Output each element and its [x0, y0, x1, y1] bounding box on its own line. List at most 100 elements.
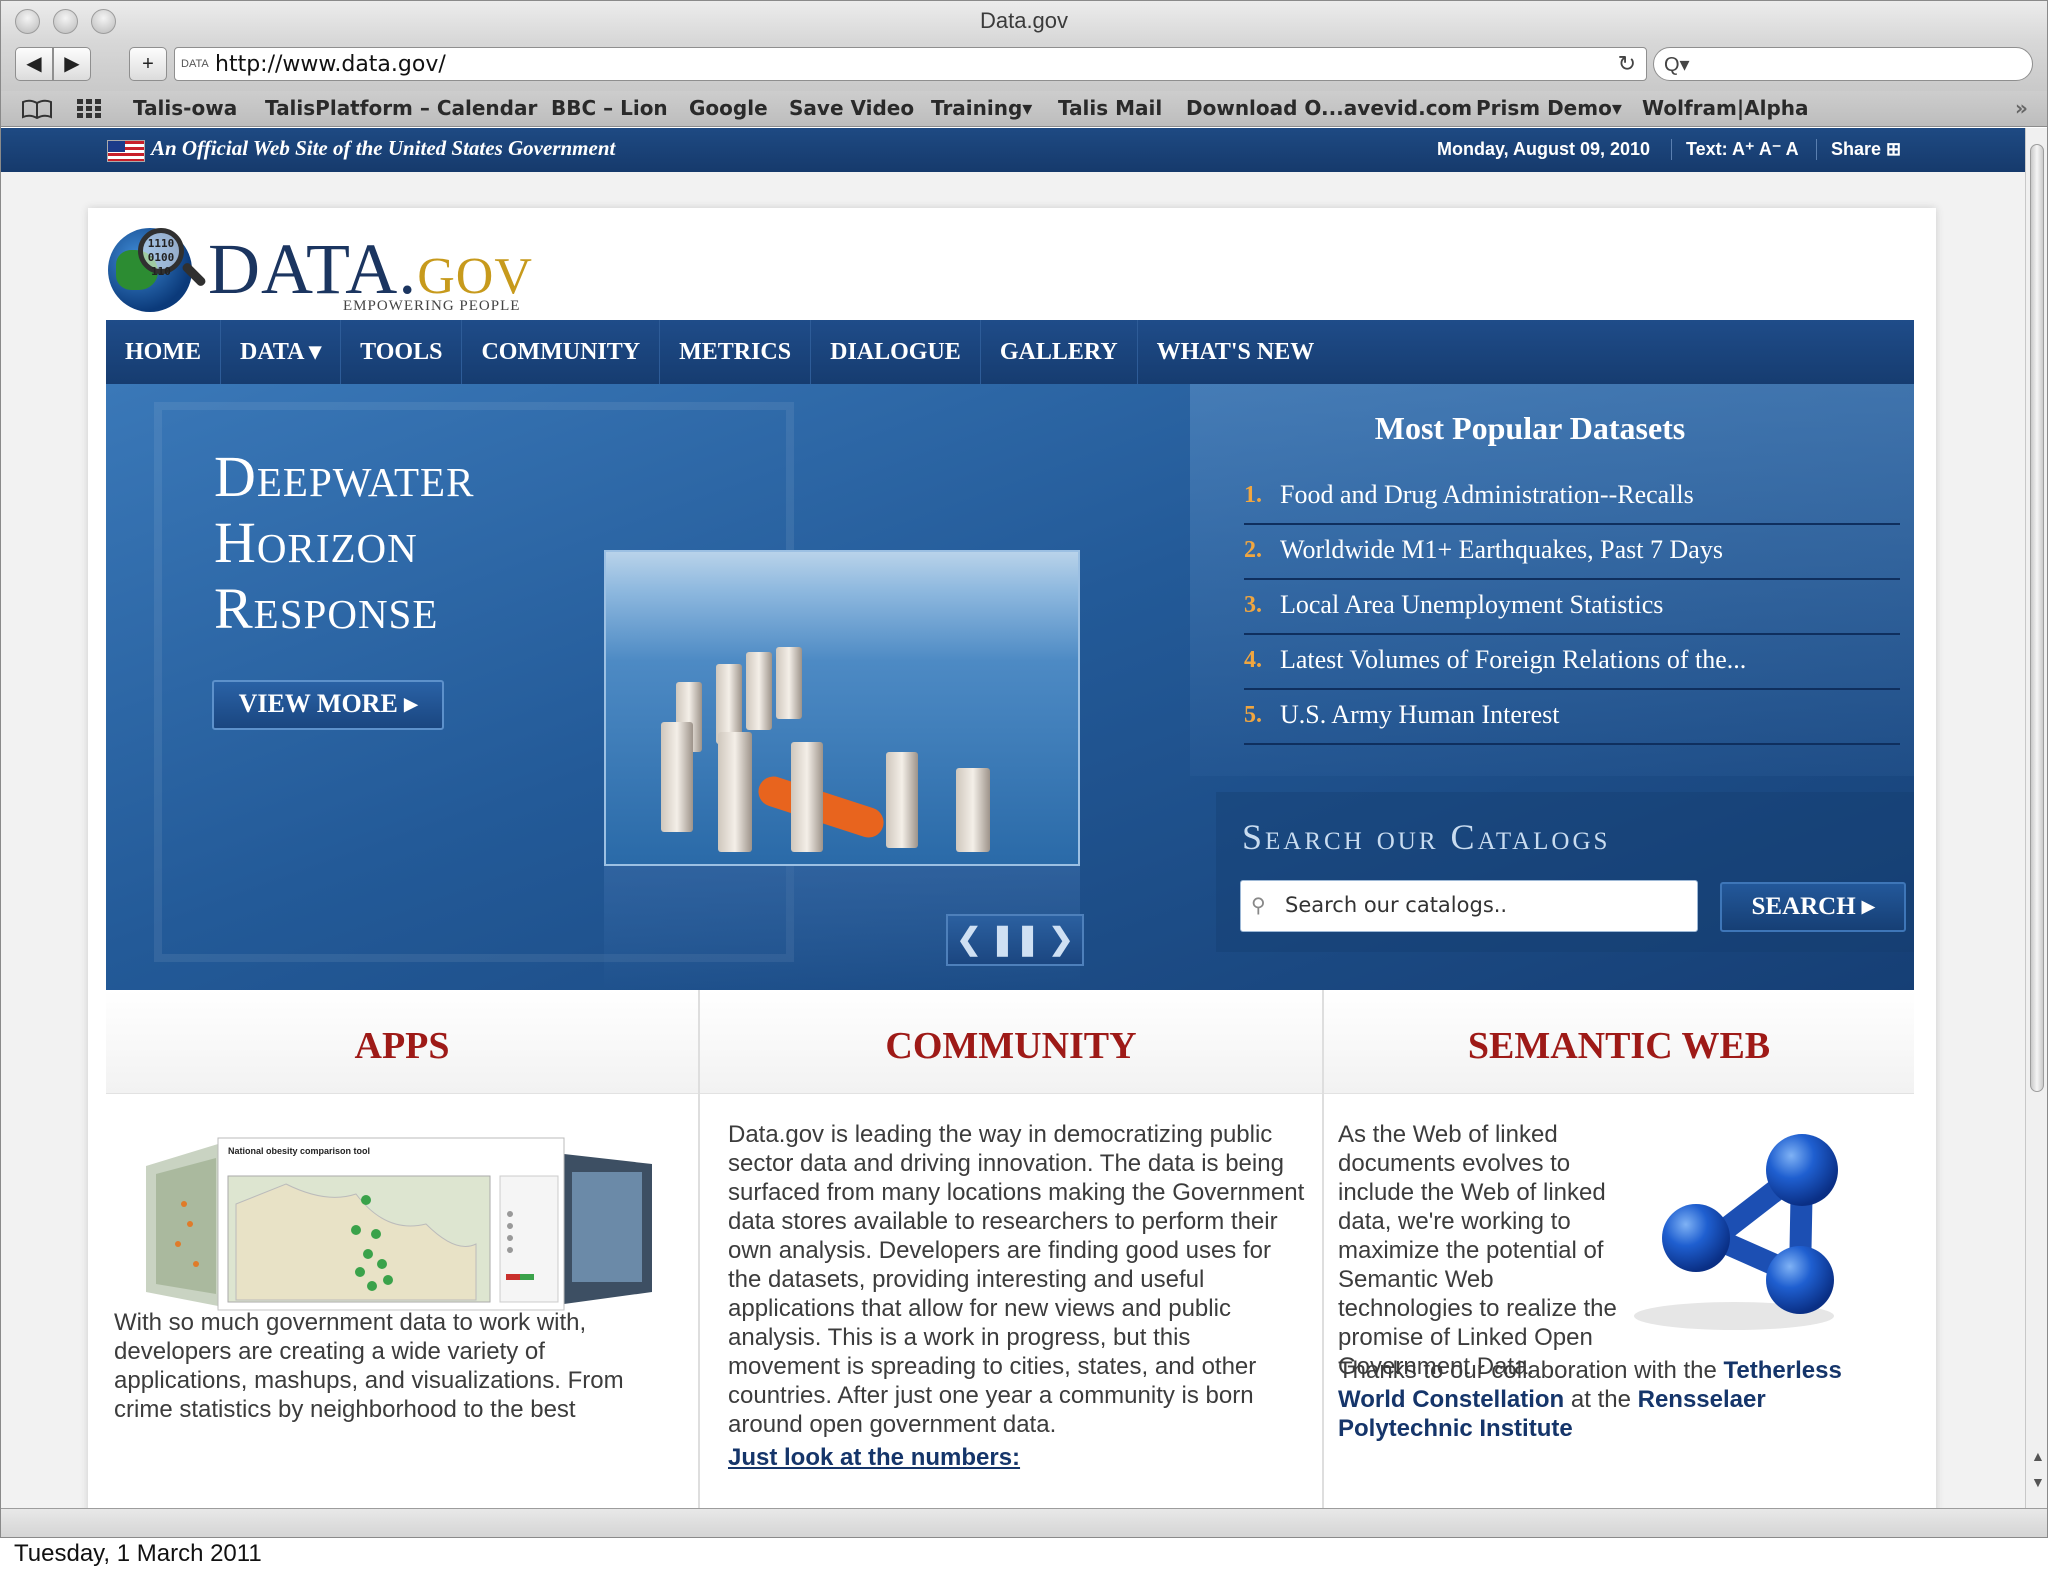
pier-post: [776, 647, 802, 719]
scroll-down-icon[interactable]: ▼: [2031, 1474, 2045, 1490]
zoom-button[interactable]: [91, 9, 116, 34]
back-button[interactable]: ◀: [15, 47, 53, 81]
slide-date-caption: Tuesday, 1 March 2011: [14, 1540, 262, 1567]
nav-whats-new[interactable]: WHAT'S NEW: [1138, 320, 1334, 384]
list-item[interactable]: 3. Local Area Unemployment Statistics: [1244, 580, 1900, 635]
grid-icon[interactable]: [77, 99, 103, 119]
bookmark-save-video[interactable]: Save Video: [789, 96, 914, 120]
list-item[interactable]: 4. Latest Volumes of Foreign Relations of…: [1244, 635, 1900, 690]
address-bar[interactable]: DATA http://www.data.gov/ ↻: [174, 47, 1647, 81]
nav-dialogue[interactable]: DIALOGUE: [811, 320, 981, 384]
bookmarks-overflow-icon[interactable]: »: [2015, 96, 2028, 120]
current-date: Monday, August 09, 2010: [1437, 139, 1651, 159]
nav-tools[interactable]: TOOLS: [341, 320, 463, 384]
semantic-collaboration: Thanks to our collaboration with the Tet…: [1338, 1356, 1908, 1443]
minimize-button[interactable]: [53, 9, 78, 34]
dataset-link[interactable]: Worldwide M1+ Earthquakes, Past 7 Days: [1280, 535, 1723, 565]
forward-icon: ▶: [64, 53, 80, 75]
site-favicon: DATA: [181, 58, 209, 70]
hero-title-line: Response: [214, 576, 439, 641]
book-icon[interactable]: [21, 99, 53, 119]
semantic-title[interactable]: SEMANTIC WEB: [1468, 1025, 1770, 1067]
community-header: COMMUNITY: [700, 990, 1322, 1094]
dataset-link[interactable]: U.S. Army Human Interest: [1280, 700, 1559, 730]
hero-banner: Deepwater Horizon Response VIEW MORE ▸ ❮…: [106, 384, 1914, 990]
nav-gallery[interactable]: GALLERY: [981, 320, 1138, 384]
bookmark-google[interactable]: Google: [689, 96, 768, 120]
dataset-link[interactable]: Local Area Unemployment Statistics: [1280, 590, 1663, 620]
list-item[interactable]: 1. Food and Drug Administration--Recalls: [1244, 470, 1900, 525]
title-bar: Data.gov: [1, 1, 2047, 41]
dataset-link[interactable]: Latest Volumes of Foreign Relations of t…: [1280, 645, 1746, 675]
browser-search-field[interactable]: Q▾: [1653, 47, 2033, 81]
list-number: 4.: [1244, 647, 1262, 673]
bookmark-download[interactable]: Download O...avevid.com: [1186, 96, 1472, 120]
nav-metrics[interactable]: METRICS: [660, 320, 812, 384]
hero-title-line: Deepwater: [214, 444, 475, 509]
semantic-header: SEMANTIC WEB: [1324, 990, 1914, 1094]
url-text: http://www.data.gov/: [215, 52, 446, 77]
bookmark-training[interactable]: Training▾: [931, 96, 1032, 120]
next-slide-icon[interactable]: ❯: [1040, 916, 1082, 964]
bookmark-prism-demo[interactable]: Prism Demo▾: [1476, 96, 1622, 120]
pier-post: [956, 768, 990, 852]
nav-community[interactable]: COMMUNITY: [462, 320, 661, 384]
dataset-link[interactable]: Food and Drug Administration--Recalls: [1280, 480, 1694, 510]
hero-photo[interactable]: [604, 550, 1080, 866]
bookmark-wolfram-alpha[interactable]: Wolfram|Alpha: [1642, 96, 1809, 120]
feature-columns: APPS National obesity comparison tool Wi…: [106, 990, 1914, 1508]
bookmark-talis-mail[interactable]: Talis Mail: [1058, 96, 1162, 120]
pause-icon[interactable]: ❚❚: [990, 916, 1040, 964]
magnifier-icon: 1110 0100 110: [138, 228, 184, 278]
scroll-up-icon[interactable]: ▲: [2031, 1448, 2045, 1464]
plus-icon: +: [142, 53, 154, 75]
previous-slide-icon[interactable]: ❮: [948, 916, 990, 964]
pier-post: [661, 722, 693, 832]
nav-data[interactable]: DATA ▾: [221, 320, 342, 384]
catalog-search-button[interactable]: SEARCH ▸: [1720, 882, 1906, 932]
hero-title: Deepwater Horizon Response: [214, 444, 474, 642]
apps-screenshot[interactable]: National obesity comparison tool: [126, 1114, 672, 1332]
nav-home[interactable]: HOME: [106, 320, 221, 384]
vertical-scrollbar[interactable]: ▲ ▼: [2025, 128, 2047, 1508]
popular-datasets: Most Popular Datasets 1. Food and Drug Ad…: [1190, 384, 1914, 776]
bookmark-bbc-lion[interactable]: BBC – Lion: [551, 96, 668, 120]
add-bookmark-button[interactable]: +: [129, 47, 167, 81]
reload-icon[interactable]: ↻: [1618, 51, 1636, 77]
pier-post: [746, 652, 772, 730]
bookmark-talisplatform-calendar[interactable]: TalisPlatform – Calendar: [265, 96, 537, 120]
forward-button[interactable]: ▶: [53, 47, 91, 81]
back-icon: ◀: [26, 53, 42, 75]
rensselaer-link[interactable]: Rensselaer: [1638, 1386, 1766, 1413]
apps-header: APPS: [106, 990, 698, 1094]
pier-post: [791, 742, 823, 852]
numbers-link[interactable]: Just look at the numbers:: [728, 1443, 1308, 1472]
site-card: 1110 0100 110 DATA.GOV EMPOWERING PEOPLE…: [88, 208, 1936, 1508]
text-size-controls[interactable]: Text: A⁺ A⁻ A: [1671, 139, 1799, 160]
list-item[interactable]: 5. U.S. Army Human Interest: [1244, 690, 1900, 745]
catalog-search-placeholder: Search our catalogs..: [1285, 893, 1508, 917]
share-button[interactable]: Share ⊞: [1816, 139, 1901, 160]
semantic-description: As the Web of linked documents evolves t…: [1338, 1121, 1617, 1380]
window-title: Data.gov: [979, 8, 1069, 33]
pier-post: [718, 732, 752, 852]
official-site-text: An Official Web Site of the United State…: [151, 136, 616, 160]
collab-text-mid: at the: [1564, 1386, 1638, 1413]
apps-title[interactable]: APPS: [355, 1025, 450, 1067]
list-item[interactable]: 2. Worldwide M1+ Earthquakes, Past 7 Days: [1244, 525, 1900, 580]
search-icon: Q▾: [1664, 54, 1690, 76]
rensselaer-link-cont[interactable]: Polytechnic Institute: [1338, 1415, 1573, 1442]
community-title[interactable]: COMMUNITY: [885, 1025, 1136, 1067]
community-description: Data.gov is leading the way in democrati…: [728, 1120, 1308, 1472]
slideshow-controls: ❮ ❚❚ ❯: [946, 914, 1084, 966]
apps-description: With so much government data to work wit…: [114, 1309, 624, 1423]
catalog-search-input[interactable]: ⚲ Search our catalogs..: [1240, 880, 1698, 932]
list-number: 5.: [1244, 702, 1262, 728]
bookmarks-bar: Talis-owa TalisPlatform – Calendar BBC –…: [1, 91, 2047, 127]
view-more-button[interactable]: VIEW MORE ▸: [212, 680, 444, 730]
apps-column: APPS National obesity comparison tool Wi…: [106, 990, 698, 1508]
close-button[interactable]: [15, 9, 40, 34]
bookmark-talis-owa[interactable]: Talis-owa: [133, 96, 237, 120]
us-flag-icon: [107, 140, 145, 162]
scroll-thumb[interactable]: [2030, 144, 2044, 1092]
